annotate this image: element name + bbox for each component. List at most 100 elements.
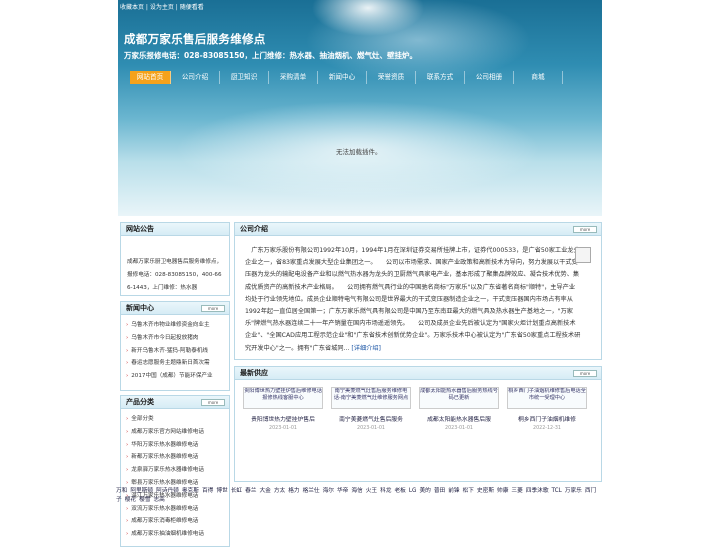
about-body: 广东万家乐股份有限公司1992年10月，1994年1月在深圳证券交易所挂牌上市，… xyxy=(245,247,581,352)
friend-link[interactable]: 科龙 xyxy=(380,488,391,494)
supply-thumbnail[interactable]: 南宁美菱燃气灶售后服务维修电话-南宁美菱燃气灶维修服务网点 xyxy=(331,387,411,409)
products-more-button[interactable]: more xyxy=(201,399,225,406)
product-category-item[interactable]: 龙泉驿万家乐热水器维修电话 xyxy=(126,464,229,477)
about-title: 公司介绍 xyxy=(240,225,268,233)
nav-item[interactable]: 采购清单 xyxy=(269,71,318,84)
news-item[interactable]: 新开乌鲁木齐-猛犸-阿勒泰机线 xyxy=(126,345,229,358)
supply-date: 2023-01-01 xyxy=(269,426,297,431)
supply-title: 最新供应 xyxy=(240,369,268,377)
bookmark-link[interactable]: 收藏本页 xyxy=(120,4,144,11)
news-box: 新闻中心 more 乌鲁木齐市物业维修资金向业主乌鲁木齐市今日起投放猪肉新开乌鲁木… xyxy=(120,301,230,391)
supply-date: 2023-01-01 xyxy=(445,426,473,431)
friend-link[interactable]: 万家乐 xyxy=(565,488,582,494)
nav-item[interactable]: 公司介绍 xyxy=(171,71,220,84)
supply-thumbnail[interactable]: 桐乡西门子油烟机维修售后电话全市统一受理中心 xyxy=(507,387,587,409)
friend-link[interactable]: 樱雪 xyxy=(139,497,150,503)
news-item[interactable]: 乌鲁木齐市物业维修资金向业主 xyxy=(126,319,229,332)
friend-link[interactable]: 阿诗丹顿 xyxy=(156,488,179,494)
plugin-error-message: 无法加载插件。 xyxy=(336,148,382,156)
nav-item[interactable]: 厨卫知识 xyxy=(220,71,269,84)
top-links: 收藏本页 | 设为主页 | 随便看看 xyxy=(120,4,204,11)
products-title: 产品分类 xyxy=(126,398,154,406)
friend-link[interactable]: 春兰 xyxy=(245,488,256,494)
supply-name[interactable]: 桐乡西门子油烟机维修 xyxy=(507,414,587,423)
supply-item[interactable]: 南宁美菱燃气灶售后服务维修电话-南宁美菱燃气灶维修服务网点南宁美菱燃气灶售后服务… xyxy=(331,387,411,431)
friend-link[interactable]: 百得 xyxy=(202,488,213,494)
product-category-item[interactable]: 成都万家乐消毒柜维修电话 xyxy=(126,515,229,528)
friend-link[interactable]: LG xyxy=(409,488,417,494)
random-link[interactable]: 随便看看 xyxy=(180,4,204,11)
friend-link[interactable]: 大金 xyxy=(259,488,270,494)
about-detail-link[interactable]: [详细介绍] xyxy=(351,345,381,352)
news-item[interactable]: 2017中国（成都）节能环保产业 xyxy=(126,370,229,383)
main-nav: 网站首页 公司介绍 厨卫知识 采购清单 新闻中心 荣誉资质 联系方式 公司相册 商城 xyxy=(130,71,563,84)
news-item[interactable]: 春运志愿服务主题鼎新日首次需 xyxy=(126,357,229,370)
friend-link[interactable]: 海信 xyxy=(351,488,362,494)
supply-item[interactable]: 贵阳博世热力壁挂炉售后维修电话报修热线客服中心贵阳博世热力壁挂炉售后 2023-0… xyxy=(243,387,323,431)
friend-link[interactable]: 长虹 xyxy=(231,488,242,494)
product-category-item[interactable]: 成都万家乐官方网站维修电话 xyxy=(126,426,229,439)
friend-link[interactable]: 三菱 xyxy=(511,488,522,494)
news-list: 乌鲁木齐市物业维修资金向业主乌鲁木齐市今日起投放猪肉新开乌鲁木齐-猛犸-阿勒泰机… xyxy=(121,315,229,383)
supply-date: 2022-12-31 xyxy=(533,426,561,431)
news-title: 新闻中心 xyxy=(126,304,154,312)
set-homepage-link[interactable]: 设为主页 xyxy=(150,4,174,11)
supply-item[interactable]: 成都太阳能热水器售后服务热线号码已更新成都太阳能热水器售后服 2023-01-01 xyxy=(419,387,499,431)
product-category-item[interactable]: 华阳万家乐热水器维修电话 xyxy=(126,439,229,452)
friend-link[interactable]: 老板 xyxy=(395,488,406,494)
supply-name[interactable]: 成都太阳能热水器售后服 xyxy=(419,414,499,423)
friend-link[interactable]: 方太 xyxy=(274,488,285,494)
nav-item[interactable]: 公司相册 xyxy=(465,71,514,84)
notice-box: 网站公告 成都万家乐厨卫电器售后服务维修点，报修电话：028-83085150，… xyxy=(120,222,230,296)
friend-link[interactable]: 奥克斯 xyxy=(182,488,199,494)
nav-item[interactable]: 荣誉资质 xyxy=(367,71,416,84)
product-category-item[interactable]: 成都万家乐抽油烟机维修电话 xyxy=(126,528,229,541)
notice-title: 网站公告 xyxy=(121,223,229,236)
products-box: 产品分类 more 全部分类成都万家乐官方网站维修电话华阳万家乐热水器维修电话新都… xyxy=(120,395,230,547)
site-title: 成都万家乐售后服务维修点 xyxy=(124,32,266,46)
friend-link[interactable]: 四季沐歌 xyxy=(526,488,549,494)
friend-link[interactable]: 帅康 xyxy=(497,488,508,494)
news-item[interactable]: 乌鲁木齐市今日起投放猪肉 xyxy=(126,332,229,345)
header-banner: 收藏本页 | 设为主页 | 随便看看 成都万家乐售后服务维修点 万家乐报修电话：… xyxy=(118,0,602,216)
friend-link[interactable]: 志高 xyxy=(153,497,164,503)
supply-box: 最新供应 more 贵阳博世热力壁挂炉售后维修电话报修热线客服中心 贵阳博世热力壁挂… xyxy=(234,366,602,482)
supply-name[interactable]: 南宁美菱燃气灶售后服务 xyxy=(331,414,411,423)
friend-link[interactable]: 前锋 xyxy=(448,488,459,494)
friend-link[interactable]: TCL xyxy=(552,488,562,494)
supply-more-button[interactable]: more xyxy=(573,370,597,377)
friend-link[interactable]: 博世 xyxy=(216,488,227,494)
friend-link[interactable]: 阿里斯顿 xyxy=(130,488,153,494)
friend-link[interactable]: 樱花 xyxy=(125,497,136,503)
supply-item[interactable]: 桐乡西门子油烟机维修售后电话全市统一受理中心桐乡西门子油烟机维修 2022-12-… xyxy=(507,387,587,431)
friend-link[interactable]: 美的 xyxy=(419,488,430,494)
supply-thumbnail[interactable]: 成都太阳能热水器售后服务热线号码已更新 xyxy=(419,387,499,409)
friend-link[interactable]: 格力 xyxy=(288,488,299,494)
supply-thumbnail[interactable]: 贵阳博世热力壁挂炉售后维修电话报修热线客服中心 xyxy=(243,387,323,409)
friend-link[interactable]: 格兰仕 xyxy=(303,488,320,494)
about-box: 公司介绍 more 广东万家乐股份有限公司1992年10月，1994年1月在深圳证… xyxy=(234,222,602,360)
nav-item[interactable]: 联系方式 xyxy=(416,71,465,84)
broken-image-icon xyxy=(575,247,591,263)
notice-text: 成都万家乐厨卫电器售后服务维修点，报修电话：028-83085150，400-6… xyxy=(127,259,223,291)
friend-link[interactable]: 海尔 xyxy=(323,488,334,494)
product-category-item[interactable]: 全部分类 xyxy=(126,413,229,426)
nav-item[interactable]: 网站首页 xyxy=(130,71,171,84)
product-category-item[interactable]: 新都万家乐热水器维修电话 xyxy=(126,451,229,464)
supply-name[interactable]: 贵阳博世热力壁挂炉售后 xyxy=(243,414,323,423)
friend-link[interactable]: 华帝 xyxy=(337,488,348,494)
friend-link[interactable]: 万和 xyxy=(116,488,127,494)
friend-link[interactable]: 普田 xyxy=(434,488,445,494)
product-list: 全部分类成都万家乐官方网站维修电话华阳万家乐热水器维修电话新都万家乐热水器维修电… xyxy=(121,409,229,541)
friend-links: 万和 阿里斯顿 阿诗丹顿 奥克斯 百得 博世 长虹 春兰 大金 方太 格力 格兰仕 海尔 华帝 海信 火王 科龙… xyxy=(116,487,602,504)
supply-date: 2023-01-01 xyxy=(357,426,385,431)
nav-item[interactable]: 新闻中心 xyxy=(318,71,367,84)
friend-link[interactable]: 火王 xyxy=(366,488,377,494)
news-more-button[interactable]: more xyxy=(201,305,225,312)
about-more-button[interactable]: more xyxy=(573,226,597,233)
product-category-item[interactable]: 双流万家乐热水器维修电话 xyxy=(126,503,229,516)
about-text: 广东万家乐股份有限公司1992年10月，1994年1月在深圳证券交易所挂牌上市，… xyxy=(245,245,581,355)
friend-link[interactable]: 史密斯 xyxy=(477,488,494,494)
nav-item[interactable]: 商城 xyxy=(514,71,563,84)
friend-link[interactable]: 松下 xyxy=(463,488,474,494)
